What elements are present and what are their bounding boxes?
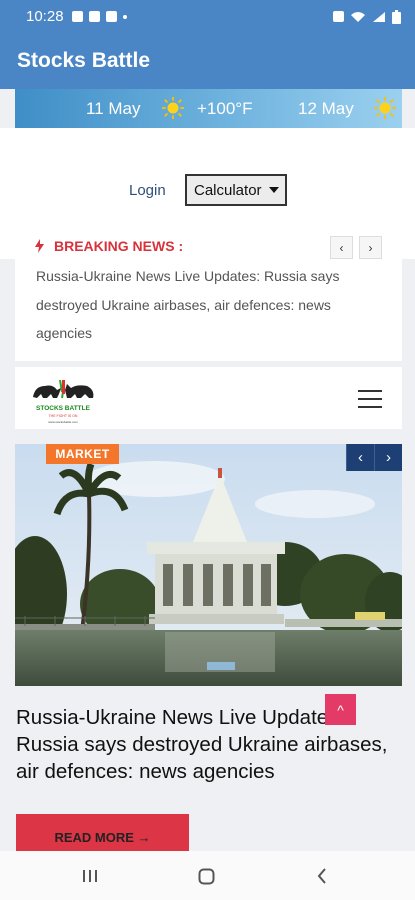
brand-bar: STOCKS BATTLE THE FIGHT IS ON www.stocks… — [15, 367, 402, 429]
gallery-icon — [88, 11, 100, 22]
webview[interactable]: 11 May +100°F 12 May Login Calculator BR… — [0, 89, 415, 851]
calculator-button[interactable]: Calculator — [185, 174, 287, 206]
app-bar: Stocks Battle — [0, 33, 415, 89]
logo-tagline: THE FIGHT IS ON — [49, 414, 78, 418]
sun-icon — [374, 97, 396, 119]
wifi-icon — [351, 11, 365, 22]
calculator-label: Calculator — [194, 181, 262, 199]
weather-temp: +100°F — [197, 99, 253, 118]
breaking-news-label: BREAKING NEWS : — [54, 238, 184, 254]
alarm-icon — [333, 11, 344, 22]
bolt-icon — [35, 239, 44, 253]
dot-icon — [122, 14, 127, 19]
app-title: Stocks Battle — [17, 49, 151, 72]
back-to-top-button[interactable]: ^ — [325, 694, 356, 725]
recents-icon[interactable] — [70, 865, 110, 887]
system-nav-bar — [0, 851, 415, 900]
home-icon[interactable] — [186, 865, 226, 887]
login-link[interactable]: Login — [129, 182, 166, 199]
breaking-news-label-group: BREAKING NEWS : — [35, 238, 183, 254]
breaking-news-nav: ‹ › — [330, 236, 382, 259]
battery-icon — [392, 9, 401, 24]
status-time: 10:28 — [26, 8, 64, 25]
breaking-news-card: BREAKING NEWS : ‹ › Russia-Ukraine News … — [15, 222, 402, 361]
hero-photo — [15, 444, 402, 686]
menu-icon[interactable] — [358, 390, 382, 414]
category-tag[interactable]: MARKET — [46, 444, 119, 464]
weather-date: 12 May — [298, 99, 354, 118]
breaking-prev-button[interactable]: ‹ — [330, 236, 353, 259]
caret-down-icon — [268, 187, 279, 193]
app-icon — [71, 11, 83, 22]
back-icon[interactable] — [302, 865, 342, 887]
logo-name: STOCKS BATTLE — [36, 405, 91, 412]
read-more-button[interactable]: READ MORE → — [16, 814, 189, 851]
weather-strip: 11 May +100°F 12 May — [15, 89, 402, 128]
breaking-news-text[interactable]: Russia-Ukraine News Live Updates: Russia… — [36, 262, 376, 348]
weather-date: 11 May — [86, 99, 141, 118]
site-logo[interactable]: STOCKS BATTLE THE FIGHT IS ON www.stocks… — [29, 372, 97, 428]
signal-icon — [373, 11, 385, 22]
hero-next-button[interactable]: › — [374, 444, 402, 471]
logo-url: www.stocksbattle.com — [48, 420, 78, 424]
notification-icons — [71, 11, 127, 22]
sun-icon — [162, 97, 184, 119]
status-bar: 10:28 — [0, 0, 415, 33]
hero-image[interactable]: MARKET ‹ › — [15, 444, 402, 686]
system-icons — [333, 9, 401, 24]
breaking-next-button[interactable]: › — [359, 236, 382, 259]
hero-prev-button[interactable]: ‹ — [346, 444, 374, 471]
chat-icon — [105, 11, 117, 22]
hero-nav: ‹ › — [346, 444, 402, 471]
